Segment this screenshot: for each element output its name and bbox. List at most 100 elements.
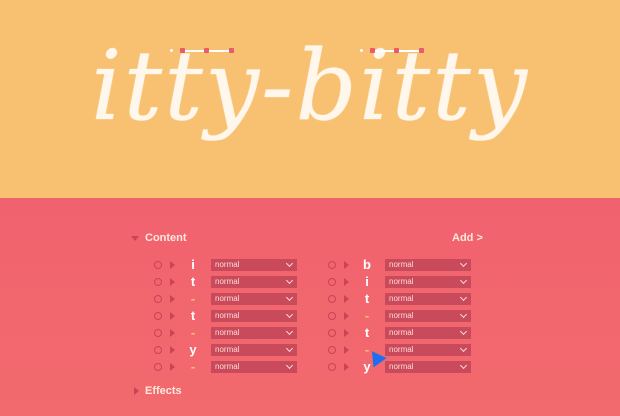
glyph-row: i normal bbox=[328, 273, 471, 290]
style-dropdown[interactable]: normal bbox=[211, 360, 297, 373]
expand-arrow-icon[interactable] bbox=[170, 311, 175, 320]
glyph-char: - bbox=[364, 308, 370, 323]
glyph-char: - bbox=[190, 325, 196, 340]
glyph-row: t normal bbox=[154, 273, 297, 290]
select-radio[interactable] bbox=[328, 328, 336, 337]
style-dropdown[interactable]: normal bbox=[211, 326, 297, 339]
style-dropdown[interactable]: normal bbox=[385, 326, 471, 339]
style-dropdown-value: normal bbox=[215, 259, 240, 269]
expand-arrow-icon[interactable] bbox=[170, 328, 175, 337]
expand-arrow-icon[interactable] bbox=[170, 294, 175, 303]
handle-knot[interactable] bbox=[229, 48, 234, 53]
style-dropdown[interactable]: normal bbox=[385, 292, 471, 305]
chevron-down-icon bbox=[459, 344, 468, 352]
style-dropdown-value: normal bbox=[389, 361, 414, 371]
expand-arrow-icon[interactable] bbox=[344, 277, 349, 286]
handle-knot[interactable] bbox=[419, 48, 424, 53]
style-dropdown-value: normal bbox=[215, 276, 240, 286]
handle-knot[interactable] bbox=[204, 48, 209, 53]
glyph-char: t bbox=[190, 274, 196, 289]
style-dropdown[interactable]: normal bbox=[385, 309, 471, 322]
chevron-down-icon bbox=[285, 344, 294, 352]
glyph-char: - bbox=[190, 359, 196, 374]
style-dropdown[interactable]: normal bbox=[211, 258, 297, 271]
style-dropdown-value: normal bbox=[215, 344, 240, 354]
expand-arrow-icon[interactable] bbox=[170, 260, 175, 269]
chevron-down-icon bbox=[285, 276, 294, 284]
style-dropdown[interactable]: normal bbox=[211, 309, 297, 322]
glyph-row: - normal bbox=[154, 358, 297, 375]
effects-label: Effects bbox=[145, 385, 182, 397]
content-section-header[interactable]: Content bbox=[131, 232, 187, 244]
glyph-row: - normal bbox=[154, 324, 297, 341]
expand-arrow-icon[interactable] bbox=[170, 277, 175, 286]
i-dot bbox=[170, 49, 173, 52]
glyph-char: i bbox=[191, 257, 195, 272]
style-dropdown-value: normal bbox=[215, 293, 240, 303]
expand-arrow-icon[interactable] bbox=[344, 294, 349, 303]
chevron-down-icon bbox=[459, 361, 468, 369]
chevron-down-icon bbox=[459, 293, 468, 301]
content-label: Content bbox=[145, 232, 187, 244]
expand-arrow-icon[interactable] bbox=[344, 328, 349, 337]
handle-knot[interactable] bbox=[180, 48, 185, 53]
style-dropdown[interactable]: normal bbox=[385, 343, 471, 356]
select-radio[interactable] bbox=[328, 362, 336, 371]
expand-arrow-icon[interactable] bbox=[344, 345, 349, 354]
chevron-down-icon bbox=[285, 361, 294, 369]
style-dropdown[interactable]: normal bbox=[211, 292, 297, 305]
select-radio[interactable] bbox=[154, 311, 162, 320]
select-radio[interactable] bbox=[154, 260, 162, 269]
logo-lettering: itty-bitty bbox=[90, 30, 530, 142]
glyph-row: y normal bbox=[328, 358, 471, 375]
select-radio[interactable] bbox=[328, 277, 336, 286]
handle-knot[interactable] bbox=[370, 48, 375, 53]
add-button[interactable]: Add > bbox=[452, 232, 483, 244]
style-dropdown[interactable]: normal bbox=[385, 275, 471, 288]
select-radio[interactable] bbox=[328, 311, 336, 320]
controls-panel bbox=[0, 198, 620, 416]
select-radio[interactable] bbox=[154, 362, 162, 371]
select-radio[interactable] bbox=[328, 345, 336, 354]
select-radio[interactable] bbox=[154, 345, 162, 354]
glyph-char: i bbox=[365, 274, 369, 289]
style-dropdown[interactable]: normal bbox=[385, 360, 471, 373]
right-glyph-column: b normal i normal t normal - normal t normal - norm… bbox=[328, 256, 471, 375]
bezier-handle-right[interactable] bbox=[370, 48, 424, 53]
select-radio[interactable] bbox=[154, 277, 162, 286]
glyph-row: t normal bbox=[328, 324, 471, 341]
expand-right-icon bbox=[134, 387, 139, 395]
glyph-char: b bbox=[363, 257, 371, 272]
select-radio[interactable] bbox=[154, 294, 162, 303]
style-dropdown-value: normal bbox=[215, 310, 240, 320]
style-dropdown[interactable]: normal bbox=[211, 275, 297, 288]
chevron-down-icon bbox=[459, 259, 468, 267]
style-dropdown[interactable]: normal bbox=[211, 343, 297, 356]
select-radio[interactable] bbox=[328, 294, 336, 303]
select-radio[interactable] bbox=[328, 260, 336, 269]
i-dot bbox=[360, 49, 363, 52]
chevron-down-icon bbox=[285, 259, 294, 267]
style-dropdown-value: normal bbox=[215, 361, 240, 371]
expand-arrow-icon[interactable] bbox=[344, 311, 349, 320]
glyph-row: b normal bbox=[328, 256, 471, 273]
handle-knot[interactable] bbox=[394, 48, 399, 53]
expand-arrow-icon[interactable] bbox=[344, 362, 349, 371]
expand-arrow-icon[interactable] bbox=[170, 345, 175, 354]
chevron-down-icon bbox=[285, 293, 294, 301]
glyph-row: t normal bbox=[328, 290, 471, 307]
select-radio[interactable] bbox=[154, 328, 162, 337]
glyph-char: - bbox=[190, 291, 196, 306]
glyph-char: t bbox=[364, 291, 370, 306]
glyph-row: t normal bbox=[154, 307, 297, 324]
style-dropdown-value: normal bbox=[389, 344, 414, 354]
bezier-handle-left[interactable] bbox=[180, 48, 234, 53]
left-glyph-column: i normal t normal - normal t normal - normal y norm… bbox=[154, 256, 297, 375]
expand-arrow-icon[interactable] bbox=[170, 362, 175, 371]
style-dropdown-value: normal bbox=[389, 293, 414, 303]
expand-arrow-icon[interactable] bbox=[344, 260, 349, 269]
style-dropdown-value: normal bbox=[215, 327, 240, 337]
chevron-down-icon bbox=[459, 327, 468, 335]
effects-section-header[interactable]: Effects bbox=[134, 385, 182, 397]
style-dropdown[interactable]: normal bbox=[385, 258, 471, 271]
